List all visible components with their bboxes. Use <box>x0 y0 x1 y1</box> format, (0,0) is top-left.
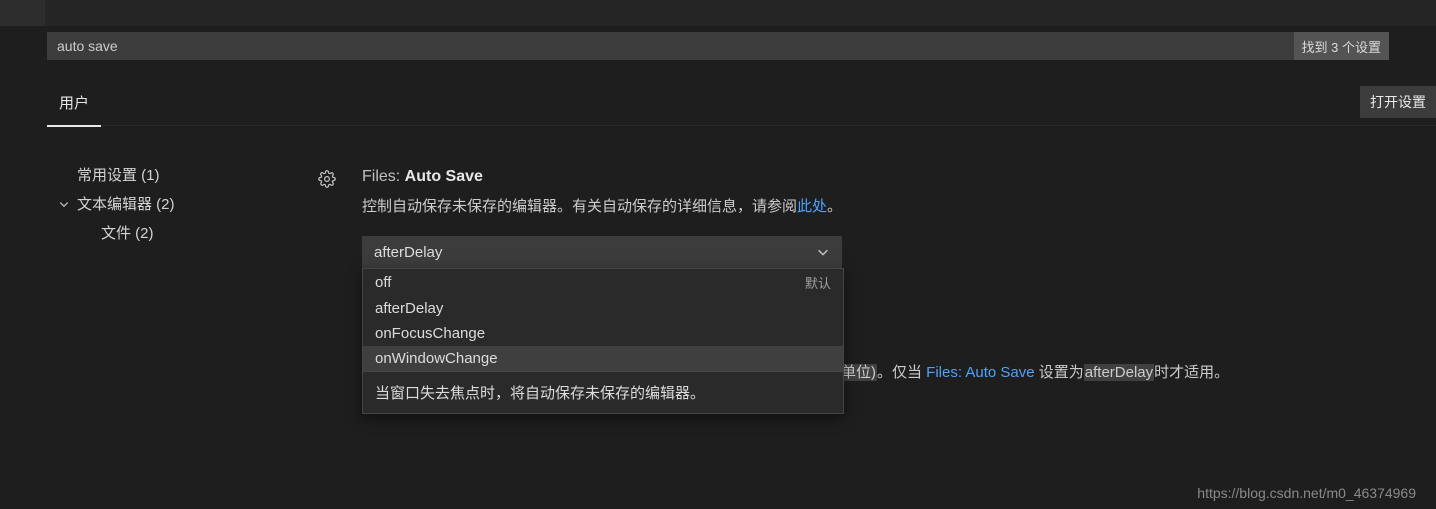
open-settings-json-button[interactable]: 打开设置 <box>1360 86 1436 118</box>
frag-after-delay: afterDelay <box>1084 364 1154 381</box>
option-label: onWindowChange <box>375 350 498 367</box>
toc-files[interactable]: 文件 (2) <box>47 218 277 247</box>
option-label: off <box>375 274 391 291</box>
gear-icon[interactable] <box>318 170 338 190</box>
settings-search-input[interactable] <box>47 32 1389 60</box>
option-on-focus-change[interactable]: onFocusChange <box>363 321 843 346</box>
settings-body: 常用设置 (1) 文本编辑器 (2) 文件 (2) F <box>0 130 1436 509</box>
chevron-down-icon <box>57 198 71 210</box>
auto-save-dropdown: off 默认 afterDelay onFocusChange onWindow… <box>362 268 844 414</box>
toc-commonly-used[interactable]: 常用设置 (1) <box>47 160 277 189</box>
toc-text-editor[interactable]: 文本编辑器 (2) <box>47 189 277 218</box>
toc-label: 文件 (2) <box>101 222 154 243</box>
settings-toc: 常用设置 (1) 文本编辑器 (2) 文件 (2) <box>47 160 277 247</box>
setting-category: Files: <box>362 168 405 185</box>
option-label: onFocusChange <box>375 325 485 342</box>
frag-mid1: 。仅当 <box>877 364 926 381</box>
select-value: afterDelay <box>374 244 442 261</box>
frag-unit: 单位) <box>840 364 877 381</box>
desc-part1: 控制自动保存未保存的编辑器。有关自动保存的详细信息，请参阅 <box>362 198 797 215</box>
scope-tabs: 用户 <box>47 80 1436 126</box>
activity-strip <box>0 0 1436 26</box>
watermark-text: https://blog.csdn.net/m0_46374969 <box>1197 485 1416 501</box>
files-auto-save-link[interactable]: Files: Auto Save <box>926 364 1034 381</box>
setting-title: Files: Auto Save <box>362 168 1389 186</box>
frag-tail: 时才适用。 <box>1154 364 1229 381</box>
option-description: 当窗口失去焦点时，将自动保存未保存的编辑器。 <box>363 372 843 413</box>
setting-auto-save-delay-fragment: 单位)。仅当 Files: Auto Save 设置为afterDelay时才适… <box>840 362 1426 384</box>
search-result-count: 找到 3 个设置 <box>1294 32 1389 60</box>
setting-name: Auto Save <box>405 168 483 185</box>
frag-mid2: 设置为 <box>1039 364 1084 381</box>
toc-label: 文本编辑器 (2) <box>77 193 175 214</box>
setting-description: 控制自动保存未保存的编辑器。有关自动保存的详细信息，请参阅此处。 <box>362 196 1389 218</box>
tab-corner <box>0 0 45 26</box>
setting-files-auto-save: Files: Auto Save 控制自动保存未保存的编辑器。有关自动保存的详细… <box>362 168 1389 268</box>
chevron-down-icon <box>816 245 830 259</box>
option-label: afterDelay <box>375 300 443 317</box>
default-badge: 默认 <box>805 273 831 292</box>
option-on-window-change[interactable]: onWindowChange <box>363 346 843 371</box>
doc-link[interactable]: 此处 <box>797 198 827 215</box>
option-after-delay[interactable]: afterDelay <box>363 296 843 321</box>
auto-save-select[interactable]: afterDelay <box>362 236 842 268</box>
desc-part2: 。 <box>827 198 842 215</box>
search-row <box>47 32 1389 60</box>
auto-save-select-wrap: afterDelay off 默认 afterDelay <box>362 236 842 268</box>
option-off[interactable]: off 默认 <box>363 269 843 296</box>
settings-editor: 找到 3 个设置 用户 打开设置 常用设置 (1) 文本编辑器 (2) 文件 (… <box>0 0 1436 509</box>
toc-label: 常用设置 (1) <box>77 164 160 185</box>
tab-user[interactable]: 用户 <box>47 80 101 127</box>
